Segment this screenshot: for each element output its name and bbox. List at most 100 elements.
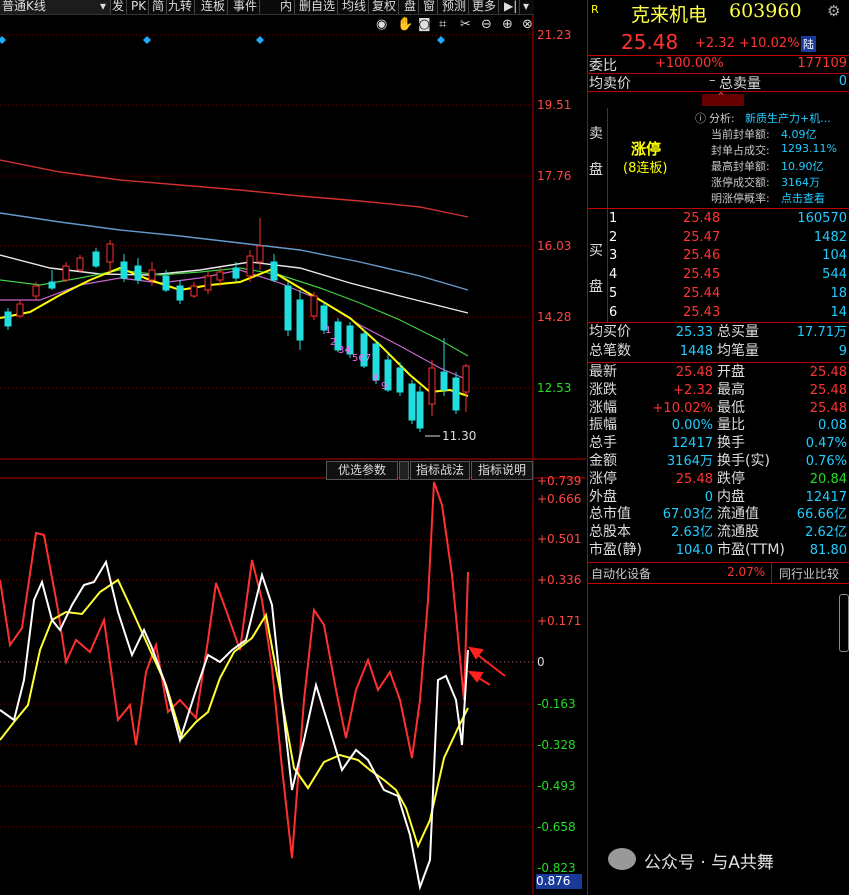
plus-icon[interactable]: ⊕ — [502, 17, 513, 32]
bid-row[interactable]: 1 25.48 160570 — [587, 210, 849, 228]
candle-body — [32, 285, 40, 297]
toolbar-button[interactable]: 事件 — [231, 0, 261, 14]
candle-body — [48, 281, 56, 289]
candle-body — [62, 265, 70, 281]
period-select-value: 普通K线 — [2, 0, 46, 13]
bid-level: 5 — [609, 285, 618, 301]
analysis-value: 10.90亿 — [781, 160, 824, 173]
candle-body — [92, 251, 100, 267]
toolbar-button[interactable]: 复权 — [370, 0, 400, 14]
avg-sell-label: 均卖价 — [589, 76, 631, 92]
stat-value: 25.48 — [809, 400, 847, 416]
stat-value: 0.00% — [671, 418, 713, 434]
osc-axis-label: +0.171 — [537, 614, 582, 628]
candle-body — [246, 255, 254, 277]
optimized-params-tab[interactable]: 优选参数 — [326, 461, 398, 480]
seq-number: 567 — [352, 353, 372, 364]
stat-label: 振幅 — [589, 417, 617, 434]
price-axis-label: 19.51 — [537, 98, 572, 112]
chart-canvas[interactable] — [0, 0, 586, 895]
sell-side-label: 卖 — [589, 126, 603, 142]
indicator-tactics-tab[interactable]: 指标战法 — [410, 461, 470, 480]
stat-value: 12417 — [805, 489, 847, 505]
stock-name: 克来机电 — [631, 4, 708, 26]
weibi-diff: 177109 — [797, 56, 847, 71]
toolbar-button[interactable]: 发 — [110, 0, 128, 14]
toolbar-button[interactable]: 简 — [150, 0, 168, 14]
candle-body — [120, 261, 128, 279]
candle-body — [162, 275, 170, 291]
settings-icon[interactable]: ⚙ — [827, 2, 840, 20]
stat-value: 12417 — [671, 436, 713, 452]
bid-price: 25.43 — [683, 304, 721, 320]
toolbar-button[interactable]: 预测 — [440, 0, 470, 14]
period-select[interactable]: 普通K线 ▾ — [0, 0, 111, 14]
stat-label: 涨跌 — [589, 381, 617, 398]
candle-body — [148, 269, 156, 281]
toolbar-button[interactable]: PK — [129, 0, 150, 14]
stat-value: +2.32 — [673, 382, 713, 398]
bid-row[interactable]: 3 25.46 104 — [587, 247, 849, 265]
seq-number: 2 — [330, 337, 337, 348]
analysis-value[interactable]: 点击查看 — [781, 190, 825, 206]
analysis-value: 1293.11% — [781, 142, 837, 155]
candle-body — [232, 267, 240, 279]
analysis-key: 涨停成交额: — [711, 176, 770, 189]
osc-axis-label: -0.493 — [537, 779, 576, 793]
stat-label: 流通股 — [717, 524, 759, 541]
bid-row[interactable]: 2 25.47 1482 — [587, 229, 849, 247]
toolbar-button[interactable]: 连板 — [199, 0, 229, 14]
candle-body — [452, 377, 460, 411]
bid-row[interactable]: 5 25.44 18 — [587, 285, 849, 303]
price-axis-label: 14.28 — [537, 310, 572, 324]
quote-panel: R 克来机电 603960 ⚙ 25.48 +2.32 +10.02% 陆 委比… — [587, 0, 849, 895]
analysis-topic[interactable]: 新质生产力+机... — [745, 110, 831, 126]
toolbar-button[interactable]: 盘 — [402, 0, 420, 14]
bid-row[interactable]: 4 25.45 544 — [587, 266, 849, 284]
toolbar-button[interactable]: 均线 — [340, 0, 370, 14]
candle-body — [428, 367, 436, 405]
stat-value: 66.66亿 — [796, 507, 847, 523]
osc-axis-label: -0.163 — [537, 697, 576, 711]
panel-scrollbar[interactable] — [839, 594, 849, 652]
stat-value: 2.63亿 — [671, 525, 713, 541]
hand-icon[interactable]: ✋ — [397, 17, 413, 32]
bid-volume: 1482 — [813, 229, 847, 245]
close-icon[interactable]: ⊗ — [522, 17, 533, 32]
candle-body — [216, 271, 224, 281]
bid-price: 25.46 — [683, 248, 721, 264]
stat-label: 换手 — [717, 435, 745, 452]
kline-chart-area[interactable]: 21.23 19.51 17.76 16.03 14.28 12.53 11.3… — [0, 0, 586, 895]
toolbar-button[interactable]: 九转 — [166, 0, 196, 14]
bid-row[interactable]: 6 25.43 14 — [587, 304, 849, 322]
stat-value: 25.48 — [675, 471, 713, 487]
pin-icon[interactable]: ▶| — [502, 0, 521, 14]
stat-row: 最新 25.48 开盘 25.48 — [587, 364, 849, 382]
seq-number: 9 — [381, 381, 388, 392]
stat-row: 总手 12417 换手 0.47% — [587, 435, 849, 453]
collapse-button[interactable]: ⌃ — [702, 90, 744, 106]
stat-value: +10.02% — [652, 400, 713, 416]
stop-icon[interactable]: ◙ — [418, 17, 431, 32]
toolbar-button[interactable]: 更多 — [470, 0, 500, 14]
stat-label: 流通值 — [717, 506, 759, 523]
chevron-down-icon[interactable]: ▾ — [521, 0, 531, 14]
analysis-value: 4.09亿 — [781, 128, 817, 141]
stat-label: 市盈(静) — [589, 542, 642, 558]
stat-label: 内盘 — [717, 488, 745, 505]
indicator-help-tab[interactable]: 指标说明 — [471, 461, 533, 480]
toolbar-button[interactable]: 窗 — [421, 0, 439, 14]
crop-icon[interactable]: ⌗ — [439, 17, 446, 32]
stat-label: 跌停 — [717, 470, 745, 487]
industry-name[interactable]: 自动化设备 — [591, 565, 651, 582]
eye-icon[interactable]: ◉ — [376, 17, 387, 32]
industry-compare-button[interactable]: 同行业比较 — [779, 565, 839, 582]
candle-body — [310, 295, 318, 317]
minus-icon[interactable]: ⊖ — [481, 17, 492, 32]
stat-value: 20.84 — [809, 471, 847, 487]
analysis-value: 3164万 — [781, 176, 820, 189]
scissors-icon[interactable]: ✂ — [460, 17, 471, 32]
toolbar-button[interactable]: 删自选 — [297, 0, 339, 14]
toolbar-button[interactable]: 内 — [278, 0, 296, 14]
seq-number: 8 — [372, 373, 379, 384]
